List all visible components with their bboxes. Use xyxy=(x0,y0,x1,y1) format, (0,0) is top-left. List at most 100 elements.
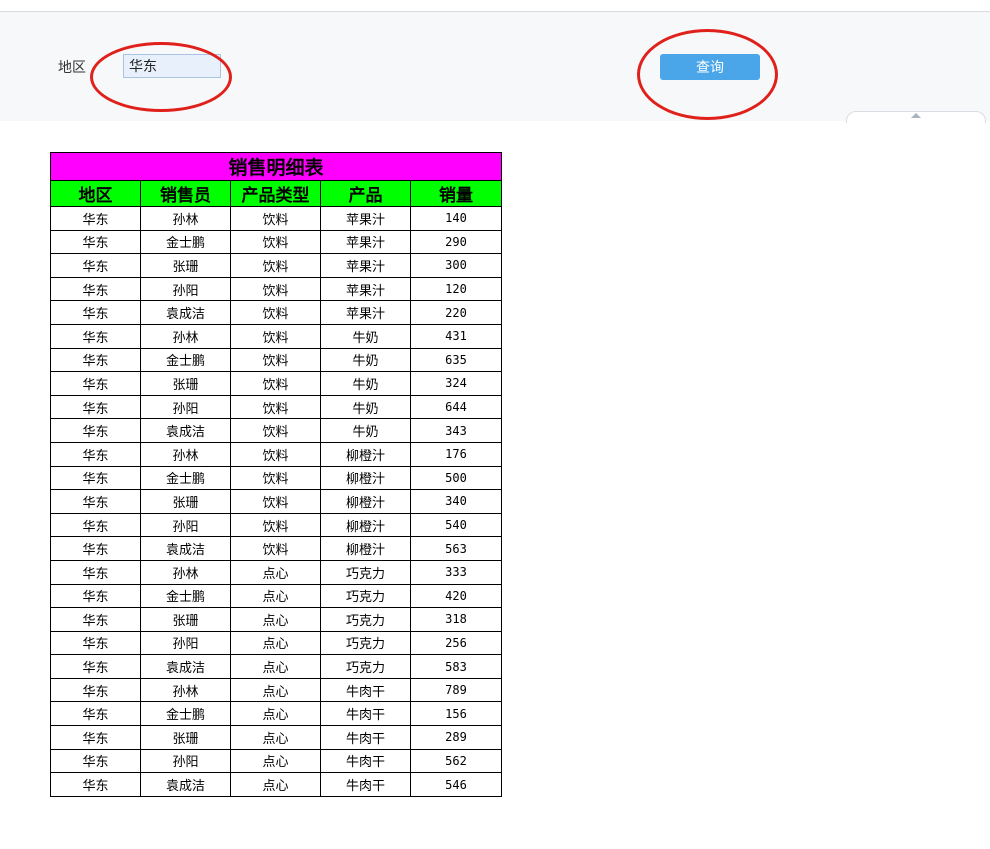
table-row: 华东 袁成洁 饮料 柳橙汁 563 xyxy=(50,536,502,561)
table-row: 华东 袁成洁 点心 牛肉干 546 xyxy=(50,772,502,797)
table-cell: 牛肉干 xyxy=(320,748,411,774)
table-cell: 牛奶 xyxy=(320,418,411,443)
table-cell: 饮料 xyxy=(230,536,321,561)
table-cell: 苹果汁 xyxy=(320,300,411,325)
table-cell: 牛肉干 xyxy=(320,701,411,727)
table-cell: 华东 xyxy=(50,536,141,561)
table-cell: 袁成洁 xyxy=(140,418,231,443)
table-row: 华东 金士鹏 饮料 牛奶 635 xyxy=(50,347,502,373)
sales-detail-table: 销售明细表 地区 销售员 产品类型 产品 销量 华东 孙林 饮料 苹果汁 140 华东 金士… xyxy=(50,152,502,797)
table-header-row: 地区 销售员 产品类型 产品 销量 xyxy=(50,180,502,207)
table-cell: 巧克力 xyxy=(320,607,411,632)
table-cell: 300 xyxy=(410,253,502,278)
table-row: 华东 张珊 点心 巧克力 318 xyxy=(50,607,502,632)
table-cell: 饮料 xyxy=(230,418,321,443)
table-cell: 540 xyxy=(410,512,502,538)
table-cell: 583 xyxy=(410,654,502,679)
column-header: 销售员 xyxy=(140,180,231,207)
table-cell: 340 xyxy=(410,489,502,514)
table-cell: 苹果汁 xyxy=(320,206,411,231)
table-cell: 点心 xyxy=(230,677,321,703)
table-row: 华东 孙林 点心 牛肉干 789 xyxy=(50,677,502,703)
table-cell: 金士鹏 xyxy=(140,229,231,255)
table-cell: 孙林 xyxy=(140,677,231,703)
table-cell: 饮料 xyxy=(230,276,321,302)
table-cell: 牛肉干 xyxy=(320,725,411,750)
table-cell: 牛奶 xyxy=(320,323,411,349)
table-row: 华东 张珊 饮料 苹果汁 300 xyxy=(50,253,502,278)
column-header: 销量 xyxy=(410,180,502,207)
query-button[interactable]: 查询 xyxy=(660,54,760,80)
table-cell: 点心 xyxy=(230,748,321,774)
table-cell: 苹果汁 xyxy=(320,276,411,302)
table-cell: 220 xyxy=(410,300,502,325)
table-row: 华东 张珊 点心 牛肉干 289 xyxy=(50,725,502,750)
column-header: 产品 xyxy=(320,180,411,207)
table-cell: 华东 xyxy=(50,347,141,373)
table-cell: 饮料 xyxy=(230,489,321,514)
table-cell: 点心 xyxy=(230,630,321,656)
table-cell: 柳橙汁 xyxy=(320,441,411,467)
table-cell: 孙阳 xyxy=(140,394,231,420)
table-row: 华东 孙林 饮料 苹果汁 140 xyxy=(50,206,502,231)
table-cell: 牛奶 xyxy=(320,347,411,373)
table-cell: 华东 xyxy=(50,654,141,679)
table-cell: 孙林 xyxy=(140,323,231,349)
table-cell: 500 xyxy=(410,465,502,491)
table-cell: 袁成洁 xyxy=(140,772,231,797)
table-cell: 420 xyxy=(410,583,502,609)
table-cell: 华东 xyxy=(50,394,141,420)
table-cell: 318 xyxy=(410,607,502,632)
table-row: 华东 孙阳 点心 巧克力 256 xyxy=(50,630,502,656)
table-cell: 华东 xyxy=(50,418,141,443)
table-cell: 柳橙汁 xyxy=(320,465,411,491)
table-cell: 635 xyxy=(410,347,502,373)
table-cell: 140 xyxy=(410,206,502,231)
table-cell: 金士鹏 xyxy=(140,347,231,373)
table-row: 华东 金士鹏 饮料 柳橙汁 500 xyxy=(50,465,502,491)
table-cell: 饮料 xyxy=(230,512,321,538)
table-cell: 巧克力 xyxy=(320,583,411,609)
table-row: 华东 金士鹏 点心 巧克力 420 xyxy=(50,583,502,609)
table-cell: 644 xyxy=(410,394,502,420)
table-cell: 点心 xyxy=(230,654,321,679)
table-cell: 巧克力 xyxy=(320,630,411,656)
table-cell: 156 xyxy=(410,701,502,727)
table-row: 华东 袁成洁 点心 巧克力 583 xyxy=(50,654,502,679)
table-cell: 点心 xyxy=(230,583,321,609)
table-cell: 袁成洁 xyxy=(140,536,231,561)
table-cell: 华东 xyxy=(50,489,141,514)
collapse-panel-toggle[interactable] xyxy=(846,111,986,123)
table-cell: 289 xyxy=(410,725,502,750)
table-cell: 牛肉干 xyxy=(320,772,411,797)
table-cell: 华东 xyxy=(50,630,141,656)
table-row: 华东 袁成洁 饮料 苹果汁 220 xyxy=(50,300,502,325)
table-cell: 饮料 xyxy=(230,465,321,491)
table-row: 华东 孙阳 饮料 柳橙汁 540 xyxy=(50,512,502,538)
table-cell: 华东 xyxy=(50,725,141,750)
table-cell: 华东 xyxy=(50,323,141,349)
region-input[interactable] xyxy=(123,54,221,78)
table-cell: 牛肉干 xyxy=(320,677,411,703)
table-cell: 562 xyxy=(410,748,502,774)
table-cell: 华东 xyxy=(50,465,141,491)
table-cell: 张珊 xyxy=(140,725,231,750)
column-header: 地区 xyxy=(50,180,141,207)
table-cell: 华东 xyxy=(50,677,141,703)
table-row: 华东 孙阳 饮料 牛奶 644 xyxy=(50,394,502,420)
table-cell: 431 xyxy=(410,323,502,349)
table-cell: 324 xyxy=(410,371,502,396)
table-cell: 袁成洁 xyxy=(140,300,231,325)
table-cell: 袁成洁 xyxy=(140,654,231,679)
table-cell: 饮料 xyxy=(230,206,321,231)
table-cell: 孙林 xyxy=(140,559,231,585)
table-cell: 巧克力 xyxy=(320,654,411,679)
table-cell: 孙阳 xyxy=(140,630,231,656)
table-cell: 290 xyxy=(410,229,502,255)
table-cell: 华东 xyxy=(50,206,141,231)
table-cell: 点心 xyxy=(230,701,321,727)
table-cell: 饮料 xyxy=(230,323,321,349)
table-cell: 苹果汁 xyxy=(320,229,411,255)
table-cell: 华东 xyxy=(50,701,141,727)
table-cell: 华东 xyxy=(50,583,141,609)
